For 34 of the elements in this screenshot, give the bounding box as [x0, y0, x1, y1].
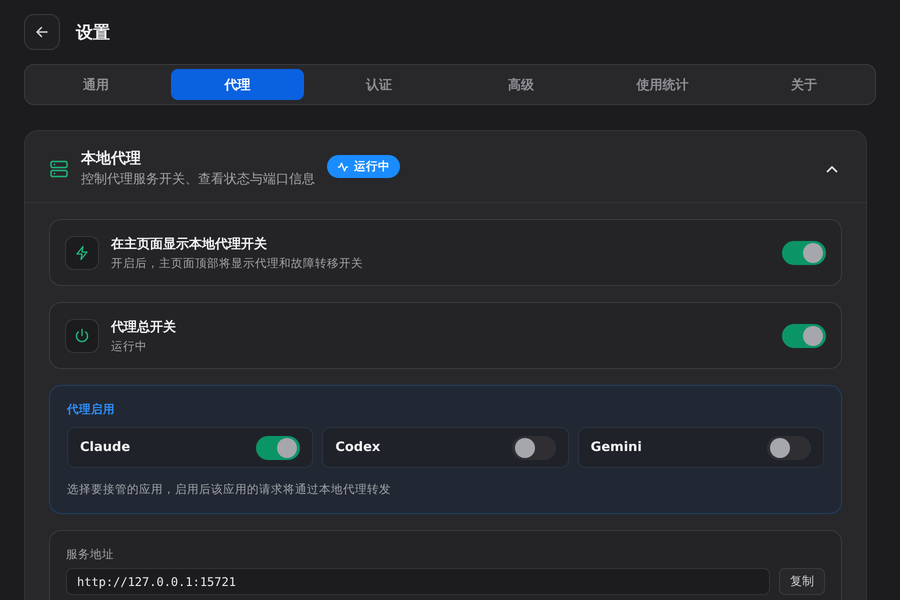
- setting-title: 代理总开关: [111, 318, 176, 336]
- status-badge: 运行中: [327, 155, 400, 178]
- setting-title: 在主页面显示本地代理开关: [111, 236, 268, 252]
- activity-icon: [337, 160, 349, 172]
- tab[interactable]: 认证: [312, 69, 446, 100]
- address-field[interactable]: http://127.0.0.1:15721: [66, 568, 770, 595]
- panel-hint: 选择要接管的应用，启用后该应用的请求将通过本地代理转发: [67, 482, 392, 497]
- arrow-left-icon: [35, 25, 49, 39]
- tab[interactable]: 使用统计: [596, 69, 730, 100]
- tab[interactable]: 关于: [737, 69, 871, 100]
- app-name: Codex: [335, 440, 380, 455]
- power-icon: [74, 328, 90, 344]
- back-button[interactable]: [24, 14, 60, 50]
- setting-description: 开启后，主页面顶部将显示代理和故障转移开关: [111, 256, 363, 270]
- section-title: 本地代理: [81, 149, 142, 168]
- copy-button[interactable]: 复制: [779, 568, 825, 595]
- toggle-switch[interactable]: [782, 240, 826, 264]
- setting-description: 运行中: [111, 338, 148, 354]
- section-subtitle: 控制代理服务开关、查看状态与端口信息: [81, 171, 315, 188]
- toggle-switch[interactable]: [256, 436, 300, 460]
- server-icon: [49, 158, 69, 178]
- app-name: Gemini: [590, 440, 642, 455]
- tab[interactable]: 代理: [170, 69, 304, 100]
- panel-title: 代理启用: [67, 402, 116, 417]
- app-name: Claude: [80, 440, 130, 455]
- toggle-switch[interactable]: [782, 324, 826, 348]
- lightning-icon: [74, 244, 90, 260]
- tab[interactable]: 高级: [454, 69, 588, 100]
- toggle-switch[interactable]: [512, 436, 556, 460]
- toggle-switch[interactable]: [766, 436, 811, 460]
- chevron-icon: [826, 164, 838, 172]
- tab[interactable]: 通用: [29, 69, 163, 100]
- field-label: 服务地址: [66, 547, 115, 562]
- page-title: 设置: [76, 22, 110, 44]
